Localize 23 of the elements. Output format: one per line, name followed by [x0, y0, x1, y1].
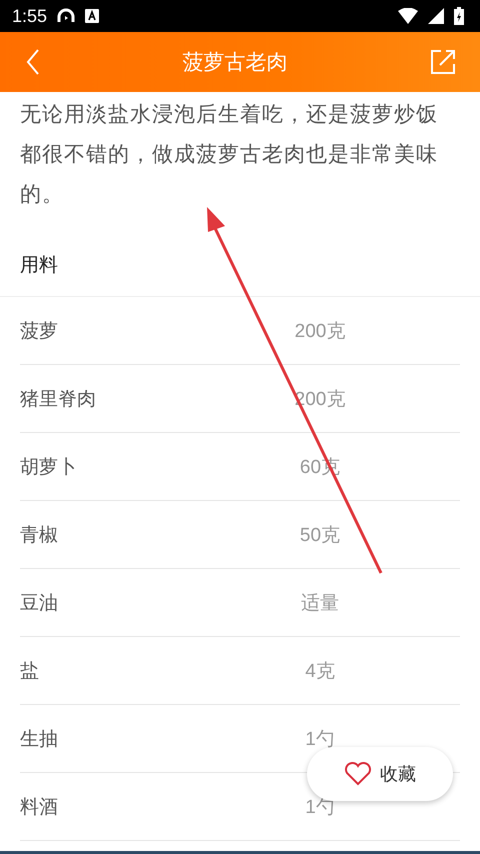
- page-title: 菠萝古老肉: [182, 49, 288, 76]
- wifi-icon: [398, 8, 418, 24]
- status-time: 1:55: [12, 6, 48, 26]
- recipe-description: 无论用淡盐水浸泡后生着吃，还是菠萝炒饭都很不错的，做成菠萝古老肉也是非常美味的。: [19, 101, 439, 208]
- battery-icon: [454, 7, 464, 25]
- ingredient-amount: 4克: [304, 660, 336, 684]
- ingredient-name: 生抽: [20, 726, 59, 752]
- ingredient-name: 胡萝卜: [20, 454, 78, 480]
- ingredient-amount: 50克: [298, 524, 342, 548]
- ingredient-amount: 适量: [300, 592, 340, 616]
- headphones-icon: [57, 8, 76, 24]
- ingredient-amount: 200克: [294, 320, 346, 344]
- signal-icon: [428, 8, 444, 24]
- ingredient-name: 豆油: [20, 590, 59, 616]
- ingredient-name: 盐: [20, 658, 40, 684]
- app-icon: [85, 9, 100, 23]
- ingredient-name: 青椒: [20, 522, 59, 548]
- ingredient-name: 料酒: [20, 794, 59, 820]
- ingredient-name: 猪里脊肉: [20, 386, 97, 412]
- heart-icon: [344, 762, 372, 786]
- ingredient-name: 菠萝: [20, 318, 59, 344]
- back-icon[interactable]: [26, 49, 40, 75]
- share-icon[interactable]: [430, 49, 456, 75]
